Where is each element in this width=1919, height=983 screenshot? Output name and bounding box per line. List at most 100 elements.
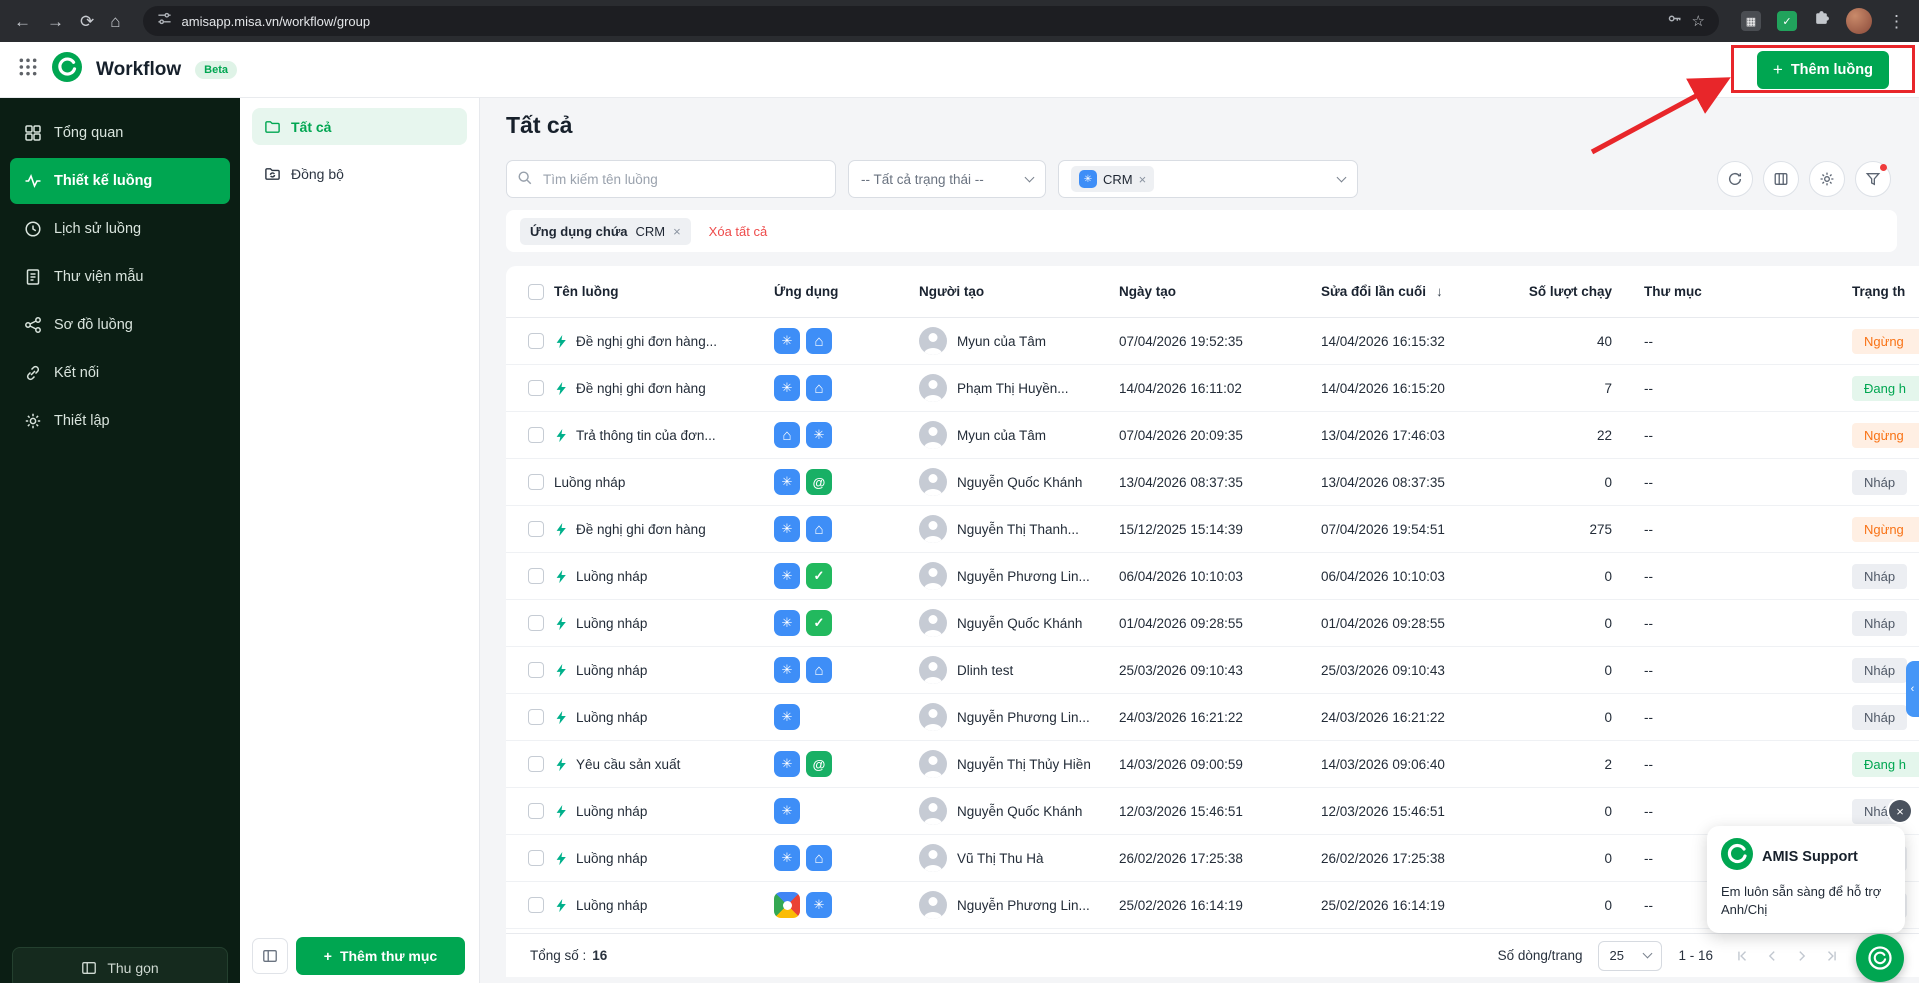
row-checkbox[interactable] <box>528 756 544 772</box>
folder-value: -- <box>1644 662 1653 678</box>
refresh-button[interactable] <box>1717 161 1753 197</box>
remove-chip-icon[interactable]: × <box>1139 173 1147 186</box>
side-drawer-toggle[interactable]: ‹ <box>1906 661 1919 717</box>
site-info-icon[interactable] <box>157 11 172 31</box>
forward-icon[interactable]: → <box>47 13 64 30</box>
close-icon[interactable]: × <box>1889 800 1911 822</box>
reload-icon[interactable]: ⟳ <box>80 13 94 30</box>
flow-name[interactable]: Yêu cầu sản xuất <box>576 757 680 772</box>
add-folder-button[interactable]: + Thêm thư mục <box>296 937 465 975</box>
home-icon[interactable]: ⌂ <box>110 13 120 30</box>
table-row[interactable]: Đề nghị ghi đơn hàng... Myun của Tâm 07/… <box>506 318 1919 365</box>
col-created[interactable]: Ngày tạo <box>1119 284 1321 299</box>
row-checkbox[interactable] <box>528 850 544 866</box>
last-page-button[interactable] <box>1819 943 1845 969</box>
browser-profile-avatar[interactable] <box>1846 8 1872 34</box>
row-checkbox[interactable] <box>528 897 544 913</box>
row-checkbox[interactable] <box>528 427 544 443</box>
app-filter-dropdown[interactable]: CRM × <box>1058 160 1358 198</box>
col-folder[interactable]: Thư mục <box>1626 284 1833 299</box>
add-flow-button[interactable]: + Thêm luồng <box>1756 51 1889 89</box>
status-filter-dropdown[interactable]: -- Tất cả trạng thái -- <box>848 160 1046 198</box>
row-checkbox[interactable] <box>528 662 544 678</box>
col-creator[interactable]: Người tạo <box>919 284 1119 299</box>
prev-page-button[interactable] <box>1759 943 1785 969</box>
table-row[interactable]: Luồng nháp Nguyễn Quốc Khánh 12/03/2026 … <box>506 788 1919 835</box>
password-key-icon[interactable] <box>1667 11 1682 31</box>
column-settings-button[interactable] <box>1763 161 1799 197</box>
row-checkbox[interactable] <box>528 333 544 349</box>
flow-name[interactable]: Luồng nháp <box>576 616 647 631</box>
flow-name[interactable]: Đề nghị ghi đơn hàng <box>576 381 706 396</box>
flow-bolt-icon <box>556 804 566 818</box>
flow-name[interactable]: Đề nghị ghi đơn hàng <box>576 522 706 537</box>
table-row[interactable]: Đề nghị ghi đơn hàng Phạm Thị Huyền... 1… <box>506 365 1919 412</box>
extension-green-icon[interactable]: ✓ <box>1777 11 1797 31</box>
flow-name[interactable]: Trả thông tin của đơn... <box>576 428 716 443</box>
clear-all-filters-link[interactable]: Xóa tất cả <box>709 224 768 239</box>
flow-name[interactable]: Luồng nháp <box>576 710 647 725</box>
search-input[interactable] <box>506 160 836 198</box>
flow-name[interactable]: Luồng nháp <box>554 475 625 490</box>
col-modified[interactable]: Sửa đổi lần cuối ↓ <box>1321 284 1511 299</box>
address-bar[interactable]: amisapp.misa.vn/workflow/group ☆ <box>142 6 1719 36</box>
app-launcher-icon[interactable] <box>18 57 38 82</box>
flow-name[interactable]: Luồng nháp <box>576 569 647 584</box>
browser-menu-icon[interactable]: ⋮ <box>1888 13 1905 30</box>
folder-item-all[interactable]: Tất cả <box>252 108 467 145</box>
row-checkbox[interactable] <box>528 568 544 584</box>
table-row[interactable]: Luồng nháp Nguyễn Phương Lin... 06/04/20… <box>506 553 1919 600</box>
filter-button[interactable] <box>1855 161 1891 197</box>
sidebar-item-flow-design[interactable]: Thiết kế luồng <box>10 158 230 204</box>
row-checkbox[interactable] <box>528 521 544 537</box>
first-page-button[interactable] <box>1729 943 1755 969</box>
table-row[interactable]: Luồng nháp Dlinh test 25/03/2026 09:10:4… <box>506 647 1919 694</box>
table-row[interactable]: Luồng nháp Nguyễn Phương Lin... 24/03/20… <box>506 694 1919 741</box>
sort-desc-icon[interactable]: ↓ <box>1436 284 1443 299</box>
collapse-sidebar-button[interactable]: Thu gọn <box>12 947 228 983</box>
extensions-puzzle-icon[interactable] <box>1813 10 1830 32</box>
row-checkbox[interactable] <box>528 474 544 490</box>
settings-button[interactable] <box>1809 161 1845 197</box>
sidebar-item-settings[interactable]: Thiết lập <box>10 398 230 444</box>
next-page-button[interactable] <box>1789 943 1815 969</box>
table-row[interactable]: Luồng nháp Nguyễn Quốc Khánh 13/04/2026 … <box>506 459 1919 506</box>
table-row[interactable]: Luồng nháp Nguyễn Quốc Khánh 01/04/2026 … <box>506 600 1919 647</box>
row-checkbox[interactable] <box>528 615 544 631</box>
back-icon[interactable]: ← <box>14 13 31 30</box>
rows-per-page-select[interactable]: 25 <box>1598 940 1663 971</box>
row-checkbox[interactable] <box>528 380 544 396</box>
support-chat-button[interactable] <box>1856 934 1904 982</box>
select-all-checkbox[interactable] <box>528 283 544 300</box>
table-row[interactable]: Đề nghị ghi đơn hàng Nguyễn Thị Thanh...… <box>506 506 1919 553</box>
col-apps[interactable]: Ứng dụng <box>774 284 919 299</box>
flow-name[interactable]: Đề nghị ghi đơn hàng... <box>576 334 717 349</box>
folder-item-sync[interactable]: Đồng bộ <box>252 155 467 192</box>
row-checkbox[interactable] <box>528 709 544 725</box>
bookmark-star-icon[interactable]: ☆ <box>1692 14 1705 29</box>
sidebar-item-flow-diagram[interactable]: Sơ đồ luồng <box>10 302 230 348</box>
collapse-folder-panel-button[interactable] <box>252 938 288 974</box>
extension-grid-icon[interactable]: ▦ <box>1741 11 1761 31</box>
table-row[interactable]: Trả thông tin của đơn... Myun của Tâm 07… <box>506 412 1919 459</box>
active-filters-bar: Ứng dụng chứa CRM × Xóa tất cả <box>506 210 1897 252</box>
sidebar-item-connections[interactable]: Kết nối <box>10 350 230 396</box>
sidebar-item-flow-history[interactable]: Lịch sử luồng <box>10 206 230 252</box>
flow-bolt-icon <box>556 710 566 724</box>
sidebar-item-label: Kết nối <box>54 365 100 381</box>
flow-name[interactable]: Luồng nháp <box>576 804 647 819</box>
sidebar-item-overview[interactable]: Tổng quan <box>10 110 230 156</box>
table-header: Tên luồng Ứng dụng Người tạo Ngày tạo Sử… <box>506 266 1919 318</box>
flow-name[interactable]: Luồng nháp <box>576 851 647 866</box>
row-checkbox[interactable] <box>528 803 544 819</box>
misa-logo[interactable] <box>52 52 82 87</box>
flow-name[interactable]: Luồng nháp <box>576 663 647 678</box>
col-status[interactable]: Trạng th <box>1833 284 1919 299</box>
col-runs[interactable]: Số lượt chạy <box>1511 284 1626 299</box>
creator-avatar <box>919 750 947 778</box>
sidebar-item-template-library[interactable]: Thư viện mẫu <box>10 254 230 300</box>
col-name[interactable]: Tên luồng <box>554 284 774 299</box>
flow-name[interactable]: Luồng nháp <box>576 898 647 913</box>
table-row[interactable]: Yêu cầu sản xuất Nguyễn Thị Thủy Hiền 14… <box>506 741 1919 788</box>
remove-filter-icon[interactable]: × <box>673 225 681 238</box>
